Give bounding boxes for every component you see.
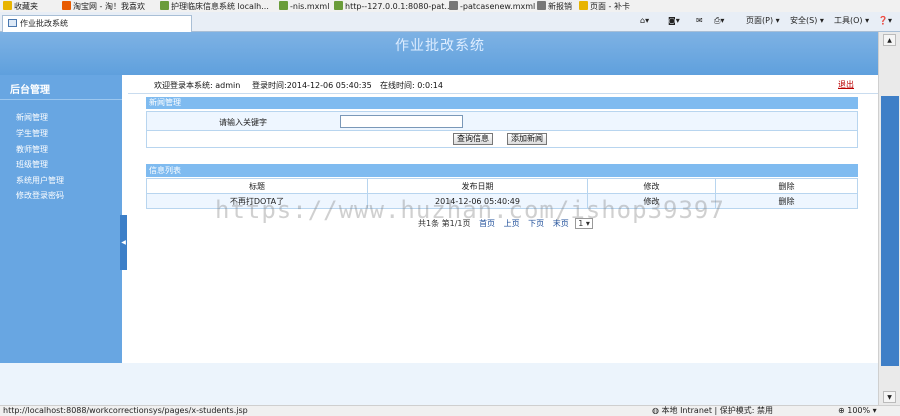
row-delete-link[interactable]: 删除 [715,193,858,209]
sidebar-item-news[interactable]: 新闻管理 [16,113,48,123]
table-header-row: 标题 发布日期 修改 删除 [146,178,858,194]
page-icon [334,1,343,10]
sidebar-item-change-password[interactable]: 修改登录密码 [16,191,64,201]
sidebar-item-students[interactable]: 学生管理 [16,129,48,139]
keyword-input[interactable] [340,115,463,128]
taobao-icon [62,1,71,10]
mail-icon[interactable]: ✉ [696,15,703,26]
page-icon [279,1,288,10]
column-header-title: 标题 [146,178,368,194]
zoom-level[interactable]: ⊕ 100% ▾ [838,406,877,416]
favorite-link-taobao[interactable]: 淘宝网 - 淘！我喜欢 [62,1,145,12]
info-list-header: 信息列表 [146,164,858,177]
security-zone: ◍ 本地 Intranet | 保护模式: 禁用 [652,406,773,415]
sidebar-collapse-handle[interactable]: ◀ [120,215,127,270]
app-title: 作业批改系统 [395,38,485,54]
tools-menu[interactable]: 工具(O) ▾ [834,15,869,26]
sidebar-item-classes[interactable]: 班级管理 [16,160,48,170]
browser-tab[interactable]: 作业批改系统 [2,15,192,32]
favorites-button[interactable]: 收藏夹 [3,1,38,12]
favorite-link-reimburse[interactable]: 新报销 [537,1,572,12]
online-time: 在线时间: 0:0:14 [380,81,443,90]
search-button[interactable]: 查询信息 [453,133,493,145]
sidebar-item-teachers[interactable]: 教师管理 [16,145,48,155]
login-time: 登录时间:2014-12-06 05:40:35 [252,81,372,90]
app-banner: 作业批改系统 [0,32,878,75]
favorite-link-patcasenew[interactable]: -patcasenew.mxml [449,1,535,12]
scroll-down-arrow-icon[interactable]: ▼ [883,391,896,403]
favorite-link-nis[interactable]: 护理临床信息系统 localh... [160,1,269,12]
globe-icon: ◍ [652,406,659,415]
keyword-label: 请输入关键字 [219,118,267,127]
status-url: http://localhost:8088/workcorrectionsys/… [3,406,248,415]
scroll-up-arrow-icon[interactable]: ▲ [883,34,896,46]
help-icon[interactable]: ❓▾ [878,15,892,26]
sidebar-item-system-users[interactable]: 系统用户管理 [16,176,64,186]
home-icon[interactable]: ⌂▾ [640,15,649,26]
sidebar-title: 后台管理 [10,85,50,96]
column-header-edit: 修改 [587,178,716,194]
print-icon[interactable]: ⎙▾ [714,15,724,26]
footer-band [0,363,878,405]
page-icon [537,1,546,10]
sidebar-divider [0,99,122,100]
zoom-icon: ⊕ [838,406,845,415]
user-info-strip: 欢迎登录本系统: admin 登录时间:2014-12-06 05:40:35 … [128,75,878,94]
feeds-icon[interactable]: ◙▾ [668,15,680,26]
page-menu[interactable]: 页面(P) ▾ [746,15,780,26]
favorite-link-localhost[interactable]: http--127.0.0.1:8080-pat... [334,1,452,12]
page-icon [160,1,169,10]
logout-link[interactable]: 退出 [838,79,854,90]
browser-tab-bar: 作业批改系统 ⌂▾ ◙▾ ✉ ⎙▾ 页面(P) ▾ 安全(S) ▾ 工具(O) … [0,12,900,32]
news-section-header: 新闻管理 [146,97,858,109]
page-icon [449,1,458,10]
favorite-link-nis-mxml[interactable]: -nis.mxml [279,1,329,12]
page-icon [579,1,588,10]
status-bar: http://localhost:8088/workcorrectionsys/… [0,405,900,416]
scrollbar-thumb[interactable] [881,96,899,366]
star-icon [3,1,12,10]
favorites-bar: 收藏夹 淘宝网 - 淘！我喜欢 护理临床信息系统 localh... -nis.… [0,0,900,12]
favorite-link-card[interactable]: 页面 - 补卡 [579,1,630,12]
page-scrollbar[interactable]: ▲ ▼ [878,32,900,405]
column-header-date: 发布日期 [367,178,588,194]
sidebar: 后台管理 新闻管理 学生管理 教师管理 班级管理 系统用户管理 修改登录密码 [0,75,122,363]
search-row: 请输入关键字 [146,111,858,131]
safety-menu[interactable]: 安全(S) ▾ [790,15,824,26]
add-news-button[interactable]: 添加新闻 [507,133,547,145]
welcome-text: 欢迎登录本系统: admin [154,81,241,90]
column-header-delete: 删除 [715,178,858,194]
page-icon [8,19,17,27]
watermark-text: https://www.huzhan.com/ishop39397 [215,196,725,224]
button-row: 查询信息 添加新闻 [146,131,858,148]
